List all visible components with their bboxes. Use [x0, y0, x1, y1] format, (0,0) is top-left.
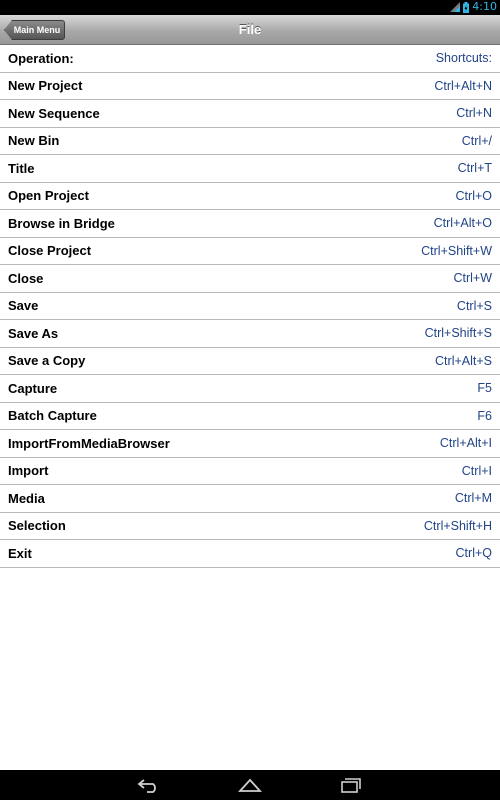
shortcut-label: Ctrl+Alt+O	[433, 216, 492, 231]
shortcut-label: Ctrl+S	[456, 298, 492, 313]
operation-label: Selection	[8, 518, 66, 534]
shortcut-label: F5	[477, 381, 492, 396]
page-title: File	[238, 22, 262, 37]
operation-label: Save	[8, 298, 39, 314]
list-item[interactable]: Media Ctrl+M	[0, 485, 500, 513]
operation-label: Import	[8, 463, 49, 479]
list-item[interactable]: Close Project Ctrl+Shift+W	[0, 238, 500, 265]
shortcut-label: Ctrl+Alt+I	[439, 436, 492, 451]
operation-label: Media	[8, 490, 45, 506]
list-header: Operation: Shortcuts:	[0, 45, 500, 73]
shortcut-list: Operation: Shortcuts: New Project Ctrl+Al…	[0, 45, 500, 568]
operation-label: ImportFromMediaBrowser	[8, 435, 170, 451]
shortcut-label: Ctrl+Alt+N	[434, 78, 492, 93]
shortcut-label: Ctrl+Shift+S	[424, 326, 492, 341]
list-item[interactable]: Open Project Ctrl+O	[0, 183, 500, 210]
list-item[interactable]: New Bin Ctrl+/	[0, 128, 500, 155]
shortcut-label: Ctrl+/	[461, 133, 492, 148]
status-time: 4:10	[472, 0, 497, 13]
list-item[interactable]: Close Ctrl+W	[0, 265, 500, 293]
list-item[interactable]: Import Ctrl+I	[0, 458, 500, 485]
list-item[interactable]: Save As Ctrl+Shift+S	[0, 320, 500, 348]
list-item[interactable]: ImportFromMediaBrowser Ctrl+Alt+I	[0, 430, 500, 458]
shortcut-label: Ctrl+N	[456, 106, 492, 121]
shortcut-label: Ctrl+I	[461, 463, 492, 478]
operation-label: Capture	[8, 380, 58, 396]
wifi-icon	[450, 2, 461, 12]
home-icon[interactable]	[238, 776, 262, 794]
status-icons: 4:10	[450, 1, 497, 13]
operation-label: Close	[8, 270, 44, 286]
shortcut-label: Ctrl+O	[455, 188, 492, 203]
shortcut-label: Ctrl+Alt+S	[435, 353, 492, 368]
list-item[interactable]: New Sequence Ctrl+N	[0, 100, 500, 128]
list-item[interactable]: Save a Copy Ctrl+Alt+S	[0, 348, 500, 375]
list-item[interactable]: New Project Ctrl+Alt+N	[0, 73, 500, 100]
operation-label: Save a Copy	[8, 353, 86, 369]
list-item[interactable]: Selection Ctrl+Shift+H	[0, 513, 500, 540]
navigation-bar	[0, 770, 500, 800]
battery-icon	[463, 1, 470, 13]
operation-label: Close Project	[8, 243, 92, 259]
operation-label: Batch Capture	[8, 408, 97, 424]
operation-label: Title	[8, 160, 35, 176]
shortcut-label: Ctrl+T	[457, 161, 492, 176]
list-item[interactable]: Save Ctrl+S	[0, 293, 500, 320]
operation-label: New Sequence	[8, 105, 100, 121]
status-bar: 4:10	[0, 0, 500, 15]
shortcut-label: Ctrl+M	[454, 491, 492, 506]
operation-header: Operation:	[8, 50, 74, 66]
shortcut-label: F6	[477, 408, 492, 423]
list-item[interactable]: Capture F5	[0, 375, 500, 403]
operation-label: New Bin	[8, 133, 60, 149]
list-item[interactable]: Browse in Bridge Ctrl+Alt+O	[0, 210, 500, 238]
main-menu-button[interactable]: Main Menu	[4, 20, 65, 40]
shortcut-label: Ctrl+Shift+H	[423, 518, 492, 533]
shortcut-label: Ctrl+W	[453, 271, 492, 286]
operation-label: Save As	[8, 325, 59, 341]
operation-label: Open Project	[8, 188, 89, 204]
operation-label: New Project	[8, 78, 83, 94]
shortcut-label: Ctrl+Shift+W	[421, 243, 492, 258]
operation-label: Browse in Bridge	[8, 215, 115, 231]
operation-label: Exit	[8, 545, 32, 561]
list-item[interactable]: Exit Ctrl+Q	[0, 540, 500, 568]
recent-apps-icon[interactable]	[339, 776, 363, 794]
list-item[interactable]: Batch Capture F6	[0, 403, 500, 430]
action-bar: File Main Menu	[0, 15, 500, 45]
list-item[interactable]: Title Ctrl+T	[0, 155, 500, 183]
back-icon[interactable]	[137, 776, 161, 794]
shortcut-label: Ctrl+Q	[455, 546, 492, 561]
shortcut-header: Shortcuts:	[435, 51, 492, 66]
